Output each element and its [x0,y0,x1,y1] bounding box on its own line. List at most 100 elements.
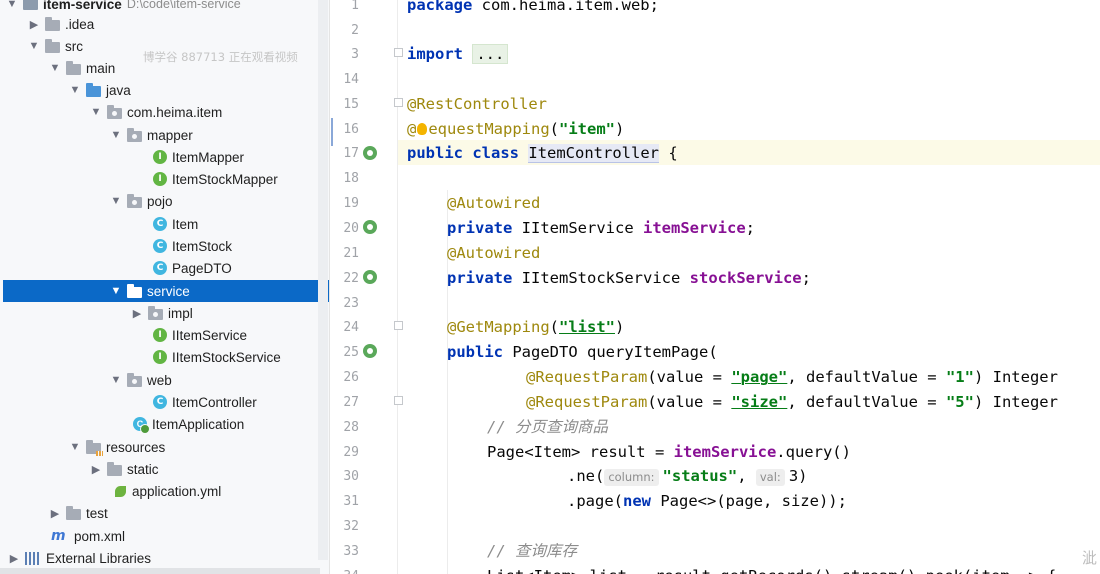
code-line-34[interactable]: List<Item> list = result.getRecords().st… [487,564,1056,574]
code-line-33[interactable]: // 查询库存 [487,539,577,564]
code-line-15[interactable]: @RestController [407,92,547,117]
chevron-down-icon[interactable]: ▼ [109,285,123,297]
fold-toggle-icon[interactable] [394,321,403,330]
tree-node-mapper[interactable]: ▼ mapper [3,124,329,146]
code-line-22[interactable]: private IItemStockService stockService; [447,266,811,291]
tree-label: ItemStock [172,238,233,254]
code-text: Page<Item> result = [487,443,674,461]
tree-scrollbar[interactable] [318,0,328,560]
package-icon [127,372,142,387]
chevron-down-icon[interactable]: ▼ [89,106,103,118]
tree-node-itemstock[interactable]: C ItemStock [3,235,329,257]
tree-node-itemstockmapper[interactable]: I ItemStockMapper [3,168,329,190]
tree-node-itemmapper[interactable]: I ItemMapper [3,146,329,168]
tree-label: web [147,372,172,388]
chevron-down-icon[interactable]: ▼ [109,129,123,141]
spring-bean-gutter-icon[interactable] [363,220,377,234]
chevron-right-icon[interactable]: ▶ [48,507,62,520]
code-line-16[interactable]: @ equestMapping("item") [407,117,624,142]
chevron-down-icon[interactable]: ▼ [68,441,82,453]
project-tree-panel[interactable]: ▼ item-service D:\code\item-service ▶ .i… [0,0,330,574]
punct: ) [615,318,625,336]
code-text: 3) [788,467,808,485]
folder-icon [66,505,81,520]
chevron-right-icon[interactable]: ▶ [7,552,21,565]
tree-horizontal-scrollbar[interactable] [0,568,320,574]
chevron-down-icon[interactable]: ▼ [109,374,123,386]
tree-node-impl[interactable]: ▶ impl [3,302,329,324]
chevron-right-icon[interactable]: ▶ [130,307,144,320]
chevron-down-icon[interactable]: ▼ [109,195,123,207]
code-line-19[interactable]: @Autowired [447,191,540,216]
keyword: import [407,45,463,63]
string-literal: "item" [559,120,616,138]
spring-bean-gutter-icon[interactable] [363,270,377,284]
punct: ; [801,269,811,287]
code-line-25[interactable]: public PageDTO queryItemPage( [447,340,718,365]
tree-node-pojo[interactable]: ▼ pojo [3,190,329,212]
tree-node-application-yml[interactable]: application.yml [3,480,329,502]
chevron-down-icon[interactable]: ▼ [48,62,62,74]
chevron-down-icon[interactable]: ▼ [68,84,82,96]
chevron-down-icon[interactable]: ▼ [27,40,41,52]
parameter-hint: val: [755,469,785,486]
code-line-27[interactable]: @RequestParam(value = "size", defaultVal… [526,390,1067,415]
tree-node-main[interactable]: ▼ main [3,57,329,79]
code-text: (value = [647,368,732,386]
tree-node-static[interactable]: ▶ static [3,458,329,480]
spring-endpoint-gutter-icon[interactable] [363,344,377,358]
tree-node-iitemservice[interactable]: I IItemService [3,324,329,346]
tree-node-web[interactable]: ▼ web [3,369,329,391]
fold-toggle-icon[interactable] [394,48,403,57]
code-line-28[interactable]: // 分页查询商品 [487,415,608,440]
code-line-20[interactable]: private IItemService itemService; [447,216,755,241]
code-line-3[interactable]: import ... [407,42,509,67]
tree-node-iitemstockservice[interactable]: I IItemStockService [3,346,329,368]
code-line-29[interactable]: Page<Item> result = itemService.query() [487,440,851,465]
tree-label: resources [106,439,166,455]
tree-node-service[interactable]: ▼ service [3,280,329,302]
code-line-24[interactable]: @GetMapping("list") [447,315,624,340]
fold-toggle-icon[interactable] [394,98,403,107]
module-icon [23,0,38,10]
tree-label: service [147,283,190,299]
tree-label: test [86,505,108,521]
code-line-21[interactable]: @Autowired [447,241,540,266]
keyword: private [447,219,513,237]
code-editor[interactable]: 1 2 3 14 15 16 17 18 19 20 21 22 23 24 2… [331,0,1100,574]
fold-toggle-icon[interactable] [394,396,403,405]
identifier: com.heima.item.web; [472,0,659,14]
tree-label: IItemStockService [172,349,281,365]
tree-node-com-heima-item[interactable]: ▼ com.heima.item [3,101,329,123]
tree-node-itemcontroller[interactable]: C ItemController [3,391,329,413]
code-line-31[interactable]: .page(new Page<>(page, size)); [567,489,847,514]
keyword: class [472,144,520,162]
tree-label: ItemController [172,394,257,410]
tree-node-external-libraries[interactable]: ▶ External Libraries [3,547,329,569]
chevron-right-icon[interactable]: ▶ [27,18,41,31]
chevron-down-icon[interactable]: ▼ [5,0,19,10]
chevron-right-icon[interactable]: ▶ [89,463,103,476]
code-text: .page( [567,492,623,510]
code-line-17[interactable]: public class ItemController { [407,141,678,166]
tree-node-idea[interactable]: ▶ .idea [3,13,329,35]
tree-node-pom-xml[interactable]: m pom.xml [3,525,329,547]
spring-bean-gutter-icon[interactable] [363,146,377,160]
tree-node-pagedto[interactable]: C PageDTO [3,257,329,279]
folded-imports[interactable]: ... [472,44,509,64]
keyword: private [447,269,513,287]
tree-node-item[interactable]: C Item [3,213,329,235]
class-icon: C [153,395,167,409]
editor-gutter[interactable]: 1 2 3 14 15 16 17 18 19 20 21 22 23 24 2… [331,0,403,574]
yaml-file-icon [113,484,127,498]
annotation: @Autowired [447,194,541,212]
tree-node-resources[interactable]: ▼ resources [3,436,329,458]
code-line-1[interactable]: package com.heima.item.web; [407,0,659,18]
code-line-26[interactable]: @RequestParam(value = "page", defaultVal… [526,365,1067,390]
tree-node-src[interactable]: ▼ src [3,35,329,57]
tree-node-java[interactable]: ▼ java [3,79,329,101]
code-line-30[interactable]: .ne(column: "status", val: 3) [567,464,807,489]
lightbulb-icon[interactable] [417,123,428,135]
tree-node-itemapplication[interactable]: C ItemApplication [3,413,329,435]
tree-node-test[interactable]: ▶ test [3,502,329,524]
